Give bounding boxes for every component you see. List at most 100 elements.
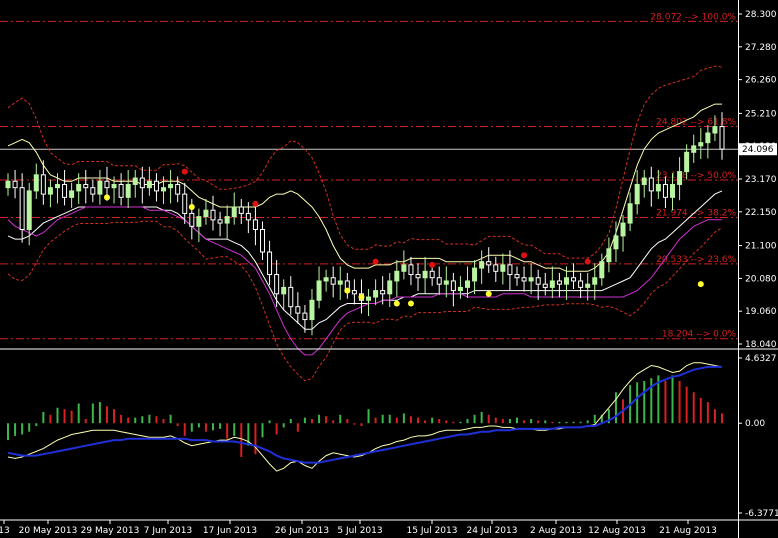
candle-body [542, 283, 548, 288]
candle-body [373, 290, 379, 298]
fractal-down-marker [358, 294, 365, 301]
candle-body [281, 286, 287, 295]
candle-body [684, 151, 690, 173]
candle-body [288, 286, 294, 308]
candle-body [245, 212, 251, 221]
candle-body [705, 132, 711, 144]
candle-body [97, 180, 103, 195]
candle-body [429, 270, 435, 279]
candle-body [535, 277, 541, 285]
candle-body [210, 209, 216, 221]
fib-level-label: 24.802 --> 61.8% [656, 118, 736, 128]
candle-body [443, 280, 449, 285]
candle-body [450, 280, 456, 292]
candle-body [521, 277, 527, 282]
y-tick-label: 27.280 [745, 43, 777, 53]
candle-body [337, 280, 343, 285]
x-tick-label: 26 Jun 2013 [275, 526, 329, 536]
candle-body [274, 274, 280, 295]
candle-body [90, 187, 96, 195]
fractal-up-marker [252, 200, 259, 207]
y-tick-label: 19.060 [745, 307, 777, 317]
candle-body [295, 306, 301, 314]
candle-body [33, 174, 39, 192]
candle-body [634, 183, 640, 205]
fractal-up-marker [584, 258, 591, 265]
candle-body [302, 312, 308, 321]
candle-body [139, 177, 145, 189]
y-tick-label: 18.040 [745, 340, 777, 350]
candle-body [486, 261, 492, 266]
candle-body [465, 280, 471, 288]
candle-body [5, 180, 11, 189]
candle-body [677, 171, 683, 185]
candle-body [238, 206, 244, 214]
fractal-up-marker [521, 252, 528, 259]
x-tick-label: 13 [0, 526, 10, 536]
y-tick-label: 22.150 [745, 208, 777, 218]
candle-body [670, 183, 676, 198]
candle-body [203, 209, 209, 218]
candle-body [387, 280, 393, 295]
fractal-down-marker [393, 300, 400, 307]
candle-body [330, 277, 336, 285]
candle-body [408, 264, 414, 276]
x-tick-label: 17 Jun 2013 [203, 526, 257, 536]
candle-body [563, 277, 569, 285]
fib-level-label: 28.072 --> 100.0% [650, 12, 736, 22]
candle-body [168, 183, 174, 189]
candle-body [401, 264, 407, 272]
candle-body [472, 267, 478, 282]
candle-body [606, 248, 612, 263]
y-tick-label: 21.100 [745, 242, 777, 252]
candle-body [500, 264, 506, 272]
main-price-panel: 28.072 --> 100.0% 24.802 --> 61.8% 23.138 … [0, 12, 738, 382]
candle-body [316, 280, 322, 301]
candle-body [19, 187, 25, 230]
candle-body [224, 216, 230, 224]
candle-body [231, 206, 237, 218]
candle-body [118, 183, 124, 198]
y-tick-label: 23.170 [745, 175, 777, 185]
candle-body [351, 290, 357, 295]
x-tick-label: 7 Jun 2013 [144, 526, 192, 536]
candle-body [104, 180, 110, 189]
y-tick-label: 26.260 [745, 76, 777, 86]
candle-body [196, 216, 202, 227]
x-tick-label: 24 Jul 2013 [467, 526, 518, 536]
fractal-down-marker [407, 300, 414, 307]
fractal-down-marker [188, 203, 195, 210]
fractal-down-marker [697, 281, 704, 288]
candle-body [12, 180, 18, 189]
candle-body [528, 277, 534, 282]
x-tick-label: 29 May 2013 [81, 526, 140, 536]
candle-body [69, 190, 75, 198]
candle-body [323, 277, 329, 282]
macd-y-tick-label: -6.3771 [745, 509, 778, 519]
fib-level-label: 23.138 --> 50.0% [656, 171, 736, 181]
macd-y-tick-label: 4.6327 [745, 354, 777, 364]
candle-body [267, 251, 273, 276]
fib-level-label: 21.974 --> 38.2% [656, 208, 736, 218]
price-chart: 28.072 --> 100.0% 24.802 --> 61.8% 23.138 … [0, 0, 778, 538]
candle-body [132, 177, 138, 185]
candle-body [719, 126, 725, 150]
candle-body [507, 264, 513, 276]
candle-body [146, 180, 152, 189]
y-tick-label: 20.080 [745, 274, 777, 284]
candle-body [698, 142, 704, 147]
candle-body [47, 187, 53, 195]
candle-body [457, 286, 463, 292]
y-tick-label: 28.300 [745, 10, 777, 20]
candle-body [556, 280, 562, 285]
candle-body [153, 180, 159, 192]
candle-body [83, 183, 89, 189]
candle-body [641, 177, 647, 185]
candle-body [655, 183, 661, 192]
candle-body [620, 222, 626, 237]
y-tick-label: 25.210 [745, 109, 777, 119]
candle-body [436, 277, 442, 285]
candle-body [252, 219, 258, 230]
candle-body [493, 264, 499, 272]
candle-body [62, 183, 68, 198]
